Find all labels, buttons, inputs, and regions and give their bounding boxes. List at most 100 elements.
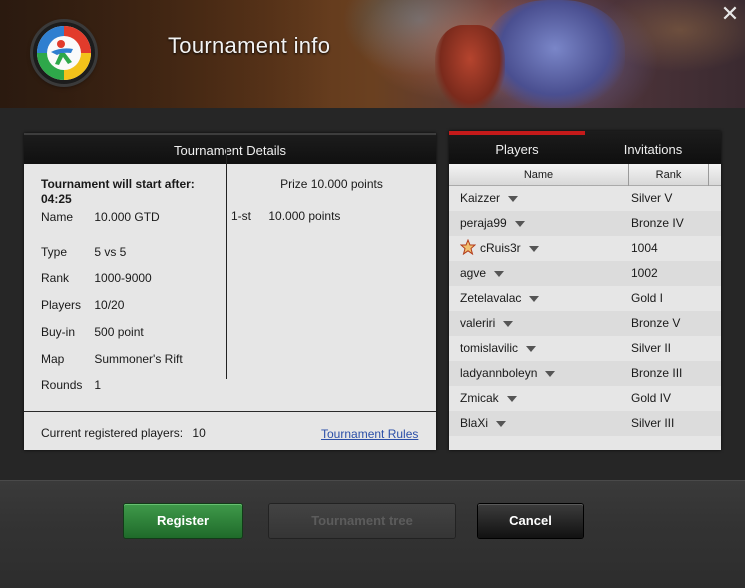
field-row-rounds: Rounds 1 [41, 378, 101, 392]
field-value: 5 vs 5 [94, 245, 127, 259]
player-rank: 1004 [631, 241, 658, 255]
field-label: Buy-in [41, 325, 76, 339]
header-banner [0, 0, 745, 108]
chevron-down-icon[interactable] [529, 295, 540, 302]
field-label: Name [41, 210, 74, 224]
field-label: Rank [41, 271, 70, 285]
player-row[interactable]: Kaizzer Silver V [449, 186, 721, 211]
field-row-players: Players 10/20 [41, 298, 124, 312]
player-name: valeriri [460, 316, 496, 330]
player-name-cell: agve [460, 261, 505, 286]
app-logo-graphic [37, 26, 91, 80]
player-rank: Silver V [631, 191, 673, 205]
player-name-cell: valeriri [460, 311, 514, 336]
player-name-cell: BlaXi [460, 411, 507, 436]
player-row[interactable]: Zetelavalac Gold I [449, 286, 721, 311]
tab-invitations[interactable]: Invitations [585, 131, 721, 164]
player-name: agve [460, 266, 487, 280]
prize-row: 1-st 10.000 points [231, 209, 340, 223]
player-rank: 1002 [631, 266, 658, 280]
chevron-down-icon[interactable] [545, 370, 556, 377]
banner-art-figure [435, 25, 505, 108]
field-value: Summoner's Rift [94, 352, 183, 366]
tab-players[interactable]: Players [449, 131, 585, 164]
player-name: cRuis3r [480, 241, 521, 255]
details-header: Tournament Details [24, 133, 436, 164]
field-row-map: Map Summoner's Rift [41, 352, 183, 366]
chevron-down-icon[interactable] [503, 320, 514, 327]
field-value: 500 point [94, 325, 144, 339]
player-name: peraja99 [460, 216, 507, 230]
column-header-rank[interactable]: Rank [629, 164, 709, 186]
player-rank: Bronze III [631, 366, 683, 380]
player-row[interactable]: Zmicak Gold IV [449, 386, 721, 411]
player-rank: Gold IV [631, 391, 672, 405]
player-name: Zmicak [460, 391, 499, 405]
player-name-cell: ladyannboleyn [460, 361, 556, 386]
registered-label: Current registered players: [41, 426, 184, 440]
close-icon[interactable]: ✕ [720, 3, 740, 25]
players-table-header: Name Rank [449, 164, 721, 186]
field-row-buyin: Buy-in 500 point [41, 325, 144, 339]
player-rank: Bronze IV [631, 216, 684, 230]
player-name: tomislavilic [460, 341, 519, 355]
prize-place: 1-st [231, 209, 252, 223]
register-button[interactable]: Register [124, 504, 242, 538]
chevron-down-icon[interactable] [506, 395, 517, 402]
player-name-cell: tomislavilic [460, 336, 537, 361]
star-icon [460, 239, 476, 255]
field-value: 1000-9000 [94, 271, 152, 285]
banner-art-figure [485, 0, 625, 108]
field-label: Type [41, 245, 68, 259]
player-row[interactable]: valeriri Bronze V [449, 311, 721, 336]
registered-count: 10 [192, 426, 206, 440]
chevron-down-icon[interactable] [514, 220, 525, 227]
player-rank: Silver III [631, 416, 675, 430]
players-panel: Players Invitations Name Rank Kaizzer Si… [449, 131, 721, 450]
tournament-rules-link[interactable]: Tournament Rules [321, 427, 418, 441]
chevron-down-icon[interactable] [526, 345, 537, 352]
window-title: Tournament info [168, 33, 331, 58]
player-row[interactable]: tomislavilic Silver II [449, 336, 721, 361]
player-row[interactable]: peraja99 Bronze IV [449, 211, 721, 236]
field-value: 1 [94, 378, 102, 392]
player-row[interactable]: BlaXi Silver III [449, 411, 721, 436]
player-name-cell: Kaizzer [460, 186, 519, 211]
field-row-name: Name 10.000 GTD [41, 210, 160, 224]
tab-bar: Players Invitations [449, 131, 721, 164]
start-countdown: Tournament will start after: 04:25 [41, 177, 195, 206]
field-row-type: Type 5 vs 5 [41, 245, 126, 259]
chevron-down-icon[interactable] [494, 270, 505, 277]
player-row[interactable]: agve 1002 [449, 261, 721, 286]
prize-title: Prize 10.000 points [280, 177, 383, 191]
players-list: Kaizzer Silver V peraja99 Bronze IV cRui… [449, 186, 721, 436]
field-row-rank: Rank 1000-9000 [41, 271, 152, 285]
prize-amount: 10.000 points [268, 209, 341, 223]
player-rank: Silver II [631, 341, 672, 355]
tournament-tree-button[interactable]: Tournament tree [269, 504, 455, 538]
column-header-name[interactable]: Name [449, 164, 629, 186]
tournament-details-panel: Tournament Details Tournament will start… [24, 133, 436, 450]
chevron-down-icon[interactable] [508, 195, 519, 202]
player-rank: Gold I [631, 291, 664, 305]
field-label: Rounds [41, 378, 83, 392]
player-name: ladyannboleyn [460, 366, 538, 380]
player-name-cell: cRuis3r [460, 236, 539, 261]
field-value: 10/20 [94, 298, 125, 312]
player-name-cell: Zmicak [460, 386, 517, 411]
player-row[interactable]: cRuis3r 1004 [449, 236, 721, 261]
cancel-button[interactable]: Cancel [478, 504, 583, 538]
chevron-down-icon[interactable] [496, 420, 507, 427]
player-rank: Bronze V [631, 316, 681, 330]
field-label: Players [41, 298, 82, 312]
player-row[interactable]: ladyannboleyn Bronze III [449, 361, 721, 386]
player-name: Zetelavalac [460, 291, 522, 305]
player-name-cell: peraja99 [460, 211, 525, 236]
registered-players: Current registered players: 10 [41, 426, 206, 440]
footer-divider [24, 411, 436, 412]
app-logo-icon [33, 22, 95, 84]
field-label: Map [41, 352, 65, 366]
player-name: BlaXi [460, 416, 489, 430]
field-value: 10.000 GTD [94, 210, 160, 224]
chevron-down-icon[interactable] [528, 245, 539, 252]
